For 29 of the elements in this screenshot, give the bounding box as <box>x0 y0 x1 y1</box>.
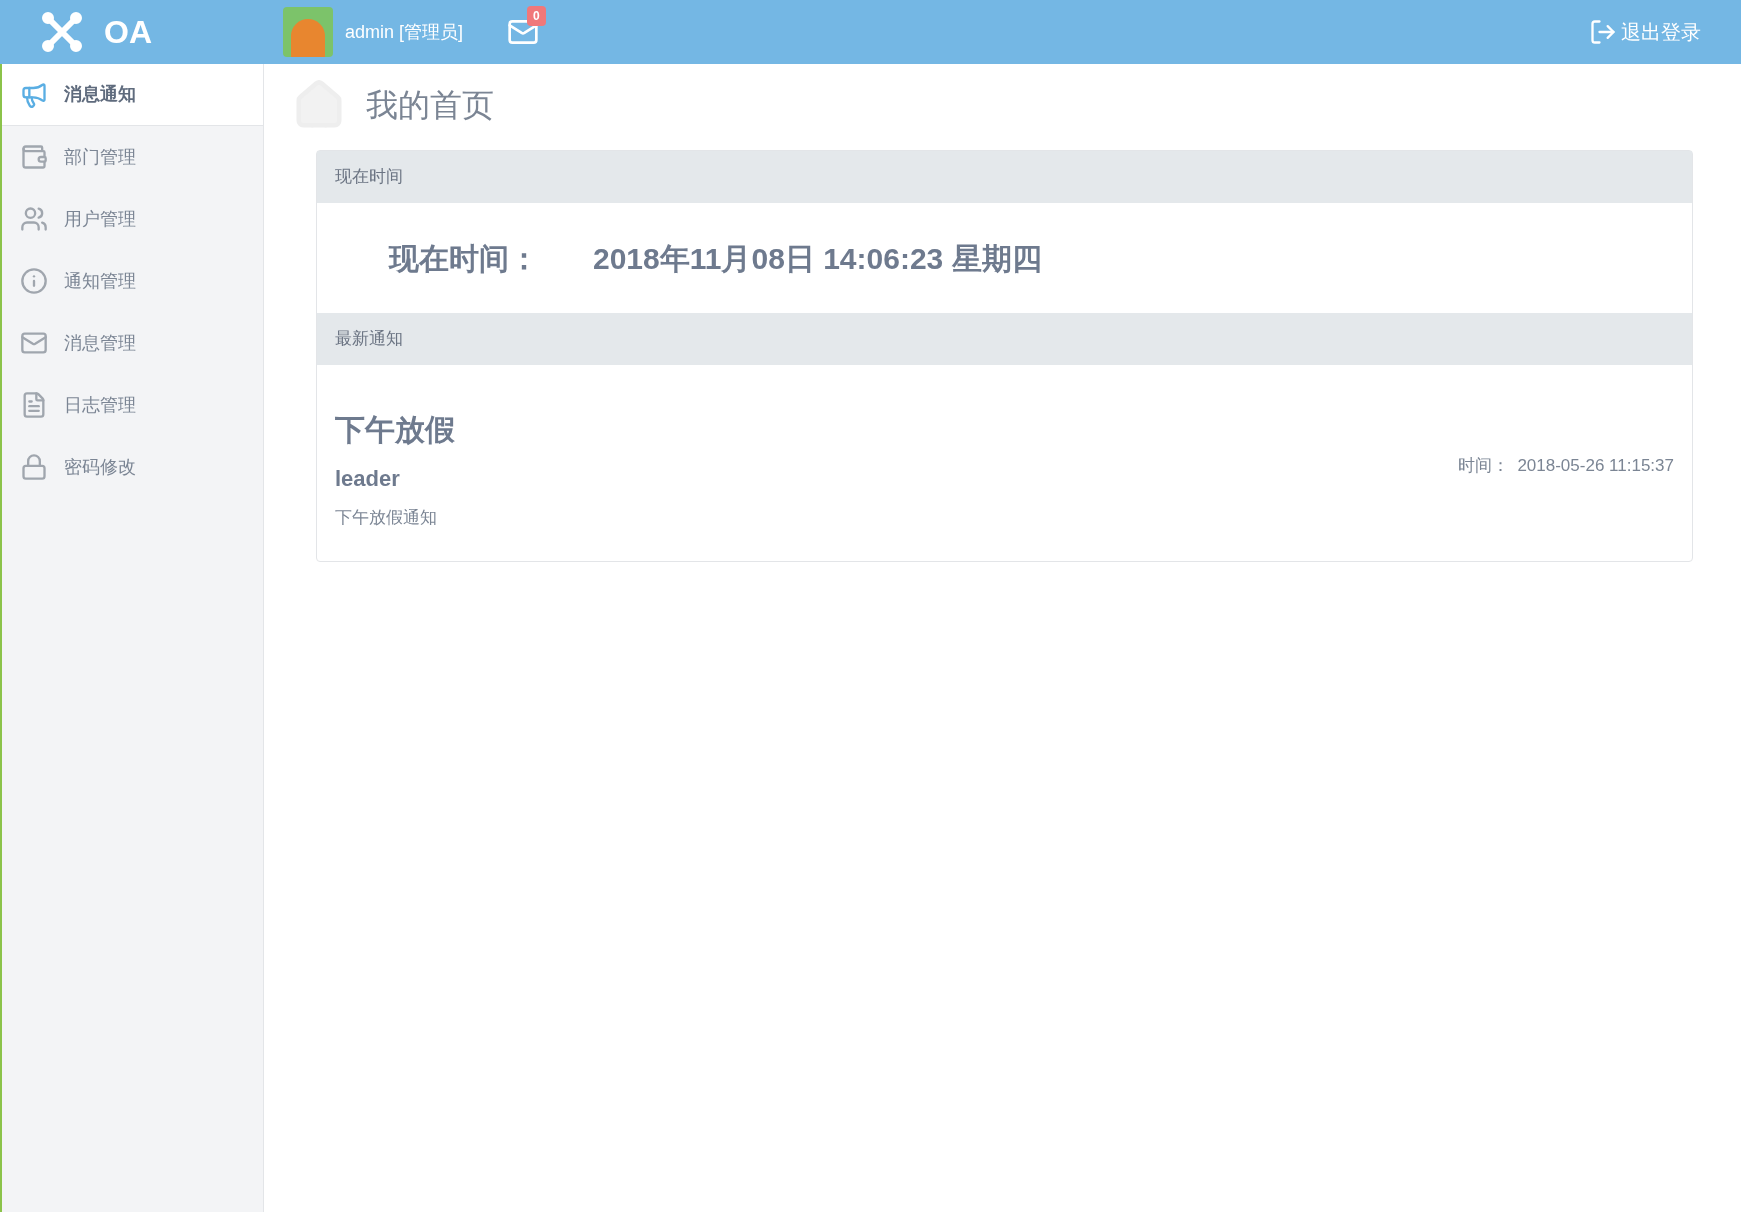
notice-body: 下午放假通知 <box>335 507 438 529</box>
lock-icon <box>20 453 48 481</box>
panel-heading: 现在时间 <box>335 166 403 189</box>
logout-icon <box>1589 18 1617 46</box>
notice-time: 2018-05-26 11:15:37 <box>1517 455 1674 477</box>
unread-badge: 0 <box>527 6 546 26</box>
user-name[interactable]: admin [管理员] <box>345 18 464 46</box>
current-time: 2018年11月08日 14:06:23 星期四 <box>593 240 1042 277</box>
sidebar-item[interactable]: 密码修改 <box>2 436 263 498</box>
sidebar-item[interactable]: 消息通知 <box>2 64 263 126</box>
sidebar-item[interactable]: 用户管理 <box>2 188 263 250</box>
page-title: 我的首页 <box>366 86 494 125</box>
app-logo-text: OA <box>104 13 152 52</box>
megaphone-icon <box>20 80 48 109</box>
sidebar-item[interactable]: 日志管理 <box>2 374 263 436</box>
logo-icon <box>40 10 84 54</box>
sidebar-item[interactable]: 部门管理 <box>2 126 263 188</box>
users-icon <box>20 205 48 233</box>
time-label: 现在时间： <box>389 240 539 277</box>
sidebar-item[interactable]: 通知管理 <box>2 250 263 312</box>
info-icon <box>20 267 48 295</box>
notice-author: leader <box>335 465 401 493</box>
sidebar-item[interactable]: 消息管理 <box>2 312 263 374</box>
avatar <box>283 7 333 57</box>
wallet-icon <box>20 143 48 171</box>
notice-title: 下午放假 <box>335 412 455 448</box>
time-label: 时间： <box>1458 455 1510 477</box>
panel-heading: 最新通知 <box>335 328 403 351</box>
logout-button[interactable]: 退出登录 <box>1589 17 1701 47</box>
